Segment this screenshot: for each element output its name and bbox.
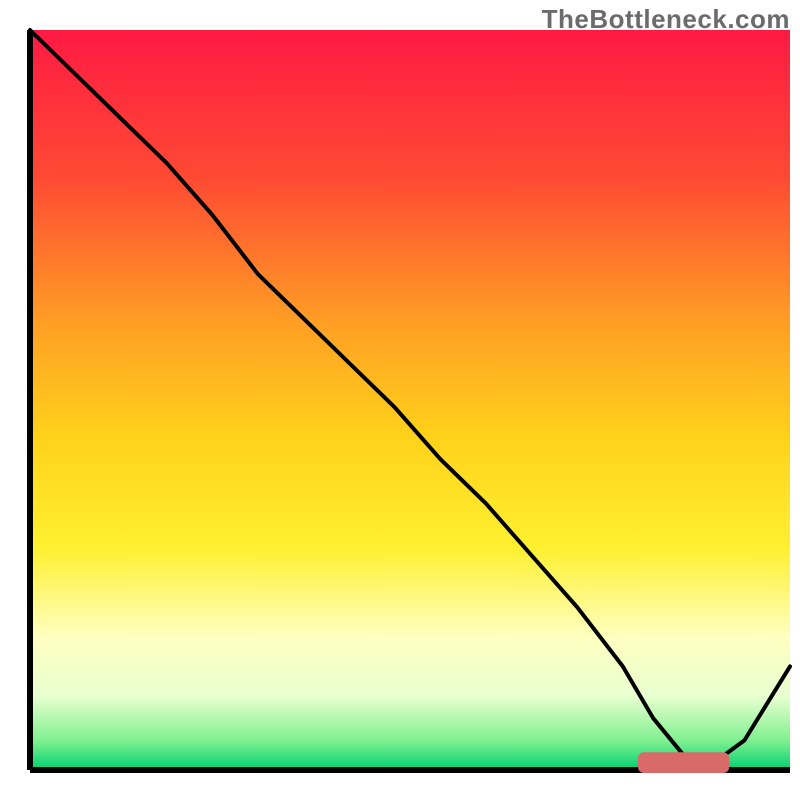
optimal-range-marker — [638, 752, 729, 773]
chart-frame: TheBottleneck.com — [0, 0, 800, 800]
bottleneck-chart — [0, 0, 800, 800]
